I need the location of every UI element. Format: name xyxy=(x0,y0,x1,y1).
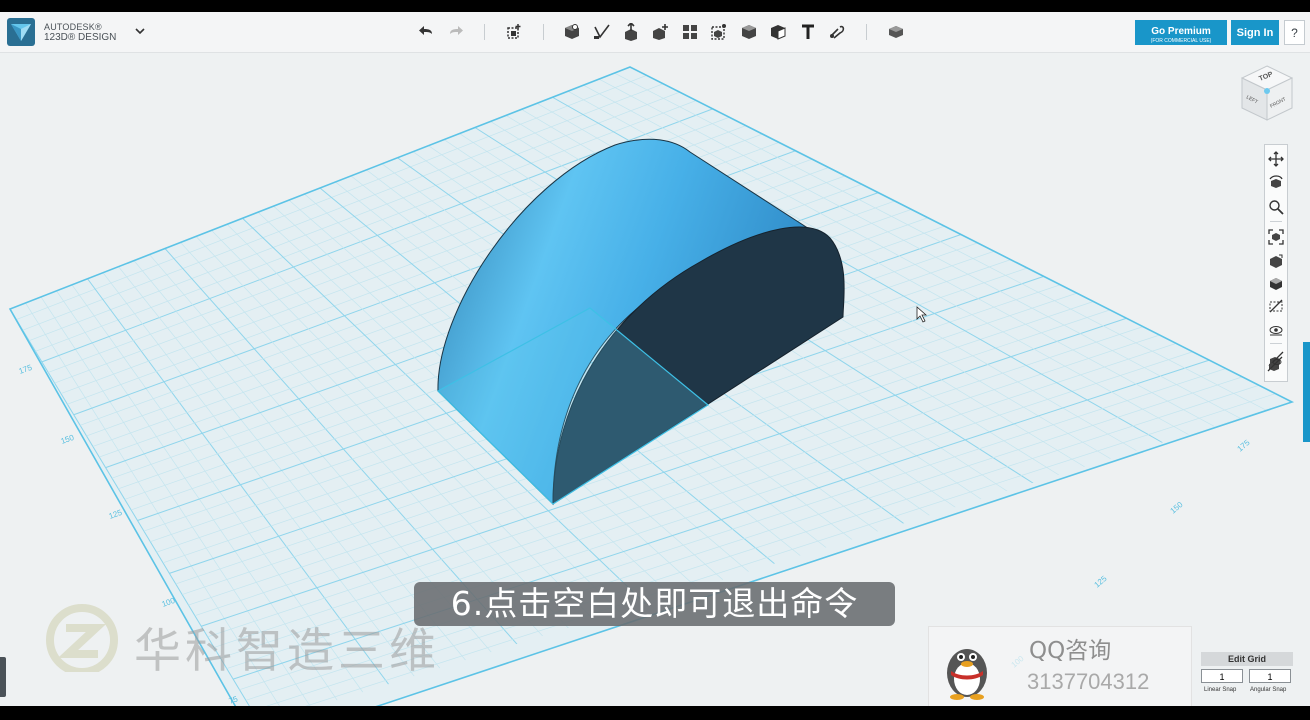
linear-snap-input[interactable]: 1 xyxy=(1201,669,1243,683)
navbar-divider xyxy=(1270,221,1282,222)
material-view-icon[interactable] xyxy=(1268,275,1284,291)
grid-label-right: 125 xyxy=(1093,574,1109,590)
view-solid-icon[interactable] xyxy=(1268,253,1284,269)
left-panel-handle[interactable] xyxy=(0,657,6,697)
redo-icon[interactable] xyxy=(446,23,464,41)
measure-icon[interactable] xyxy=(769,23,787,41)
video-subtitle: 6.点击空白处即可退出命令 xyxy=(414,582,895,626)
go-premium-button[interactable]: Go Premium (FOR COMMERCIAL USE) xyxy=(1135,20,1227,45)
toolbar-divider xyxy=(484,24,485,40)
edit-grid-panel: Edit Grid 1 1 Linear Snap Angular Snap xyxy=(1200,652,1294,700)
modify-icon[interactable] xyxy=(651,23,669,41)
fit-icon[interactable] xyxy=(1268,229,1284,245)
grid-label-left: 125 xyxy=(108,508,124,521)
go-premium-sublabel: (FOR COMMERCIAL USE) xyxy=(1150,37,1212,44)
navbar-divider xyxy=(1270,343,1282,344)
sketch-icon[interactable] xyxy=(593,23,611,41)
grid-label-left: 150 xyxy=(60,433,76,446)
zoom-icon[interactable] xyxy=(1268,199,1284,215)
hide-solid-icon[interactable] xyxy=(1267,356,1283,372)
grid-label-right: 150 xyxy=(1169,500,1185,516)
brand-name: AUTODESK® 123D® DESIGN xyxy=(44,22,116,43)
grid-label-left: 175 xyxy=(18,363,34,376)
angular-snap-input[interactable]: 1 xyxy=(1249,669,1291,683)
primitives-icon[interactable] xyxy=(563,23,581,41)
toolbar-divider xyxy=(543,24,544,40)
app-window: 175 150 125 100 75 175 150 125 100 AUTOD… xyxy=(0,12,1310,706)
construct-icon[interactable] xyxy=(622,23,640,41)
transform-icon[interactable] xyxy=(505,23,523,41)
grouping-icon[interactable] xyxy=(710,23,728,41)
undo-icon[interactable] xyxy=(418,23,436,41)
angular-snap-label: Angular Snap xyxy=(1250,687,1287,693)
hide-sketch-icon[interactable] xyxy=(1268,322,1284,338)
brand-line-2: 123D® DESIGN xyxy=(44,32,117,43)
snap-icon[interactable] xyxy=(828,23,846,41)
pan-icon[interactable] xyxy=(1268,151,1284,167)
combine-icon[interactable] xyxy=(740,23,758,41)
app-logo-icon[interactable] xyxy=(7,18,35,46)
visibility-icon[interactable] xyxy=(1268,298,1284,314)
navigation-bar xyxy=(1264,144,1288,382)
qq-penguin-icon xyxy=(947,649,987,700)
orbit-icon[interactable] xyxy=(1268,175,1284,191)
grid-label-right: 175 xyxy=(1236,438,1252,454)
material-icon[interactable] xyxy=(887,23,905,41)
help-button[interactable]: ? xyxy=(1284,20,1305,45)
view-cube[interactable]: TOP LEFT FRONT xyxy=(1238,64,1296,124)
watermark-text: 华科智造三维 xyxy=(134,624,440,679)
qq-label: QQ咨询 xyxy=(1029,638,1112,664)
qq-contact-overlay: QQ咨询 3137704312 xyxy=(928,626,1192,706)
sign-in-button[interactable]: Sign In xyxy=(1231,20,1279,45)
go-premium-label: Go Premium xyxy=(1151,25,1211,37)
side-panel-toggle[interactable] xyxy=(1303,342,1310,442)
pattern-icon[interactable] xyxy=(681,23,699,41)
text-icon[interactable] xyxy=(799,23,817,41)
brand-line-1: AUTODESK® xyxy=(44,22,102,32)
edit-grid-button[interactable]: Edit Grid xyxy=(1201,652,1293,666)
top-toolbar: AUTODESK® 123D® DESIGN Go Premium (FOR C… xyxy=(0,12,1310,53)
qq-number: 3137704312 xyxy=(1027,669,1150,694)
linear-snap-label: Linear Snap xyxy=(1204,687,1237,693)
toolbar-divider xyxy=(866,24,867,40)
chevron-down-icon[interactable] xyxy=(134,25,146,37)
